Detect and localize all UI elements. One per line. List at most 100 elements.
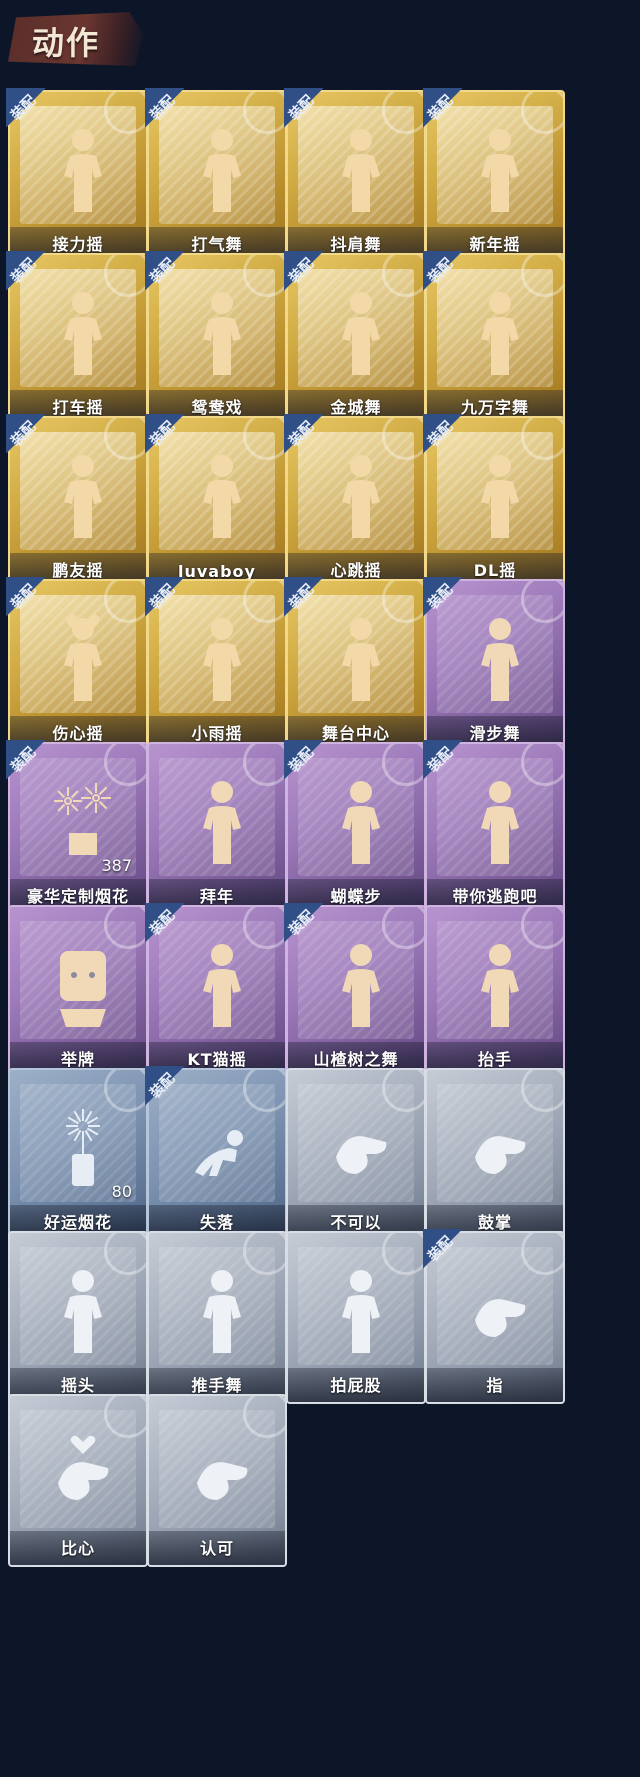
emote-label: 认可 [199,1539,234,1558]
emote-card[interactable]: 指 装配 [423,1229,567,1406]
finger-wag-icon [326,1102,396,1192]
equipped-badge: 装配 [145,251,201,307]
emote-card[interactable]: 打车摇 装配 [6,251,150,428]
card-frame: 举牌 [8,905,148,1078]
card-frame: 不可以 [286,1068,426,1241]
emote-card[interactable]: 80 好运烟花 [6,1066,150,1243]
emote-card[interactable]: 滑步舞 装配 [423,577,567,754]
bow-pose-icon [187,776,257,866]
thumbs-up-icon [187,1428,257,1518]
emote-label: 拍屁股 [330,1376,382,1395]
equipped-badge: 装配 [423,740,479,796]
equipped-badge-text: 装配 [8,255,40,287]
emote-label: 指 [486,1376,504,1395]
emote-card[interactable]: 打气舞 装配 [145,88,289,265]
equipped-badge-text: 装配 [286,744,318,776]
card-frame: 80 好运烟花 [8,1068,148,1241]
equipped-badge: 装配 [423,251,479,307]
equipped-badge: 装配 [423,577,479,633]
emote-label: 比心 [60,1539,95,1558]
emote-card[interactable]: 拍屁股 [284,1229,428,1406]
emote-card[interactable]: 鹏友摇 装配 [6,414,150,591]
emote-card[interactable]: 九万字舞 装配 [423,251,567,428]
emote-card[interactable]: 387 豪华定制烟花 装配 [6,740,150,917]
equipped-badge: 装配 [423,1229,479,1285]
equipped-badge-text: 装配 [8,744,40,776]
emote-card[interactable]: 接力摇 装配 [6,88,150,265]
equipped-badge-text: 装配 [425,1233,457,1265]
card-frame: 拜年 [147,742,287,915]
emote-card[interactable]: 鼓掌 [423,1066,567,1243]
emote-card[interactable]: 抬手 [423,903,567,1080]
equipped-badge-text: 装配 [425,92,457,124]
equipped-badge: 装配 [145,903,201,959]
equipped-badge-text: 装配 [425,744,457,776]
card-frame: 鼓掌 [425,1068,565,1241]
equipped-badge-text: 装配 [147,255,179,287]
dance-pose-icon [326,1265,396,1355]
item-count: 387 [101,856,132,875]
emote-card[interactable]: 带你逃跑吧 装配 [423,740,567,917]
firecracker-icon [48,1102,118,1192]
emote-card[interactable]: 金城舞 装配 [284,251,428,428]
emote-card[interactable]: 拜年 [145,740,289,917]
emote-card[interactable]: 山楂树之舞 装配 [284,903,428,1080]
shake-head-icon [48,1265,118,1355]
emote-grid: 接力摇 装配 打气舞 装配 抖肩舞 装配 新年摇 装配 打车摇 装配 鸳鸯戏 装配 金城舞装… [6,88,636,1774]
card-frame: 推手舞 [147,1231,287,1404]
emote-card[interactable]: DL摇 装配 [423,414,567,591]
emote-card[interactable]: luvaboy 装配 [145,414,289,591]
emote-card[interactable]: 失落 装配 [145,1066,289,1243]
emote-card[interactable]: 推手舞 [145,1229,289,1406]
equipped-badge: 装配 [423,88,479,144]
emote-card[interactable]: 小雨摇 装配 [145,577,289,754]
emote-card[interactable]: 心跳摇 装配 [284,414,428,591]
equipped-badge-text: 装配 [286,581,318,613]
equipped-badge-text: 装配 [8,92,40,124]
equipped-badge-text: 装配 [286,418,318,450]
finger-heart-icon [48,1428,118,1518]
equipped-badge: 装配 [145,88,201,144]
section-header: 动作 [0,0,640,80]
equipped-badge: 装配 [145,414,201,470]
emote-card[interactable]: 比心 [6,1392,150,1569]
equipped-badge: 装配 [284,88,340,144]
emote-card[interactable]: 舞台中心 装配 [284,577,428,754]
sign-hold-icon [48,939,118,1029]
section-title: 动作 [32,24,101,62]
equipped-badge: 装配 [284,740,340,796]
equipped-badge: 装配 [145,1066,201,1122]
emote-card[interactable]: KT猫摇 装配 [145,903,289,1080]
equipped-badge-text: 装配 [147,1070,179,1102]
clap-icon [465,1102,535,1192]
equipped-badge: 装配 [6,740,62,796]
card-frame: 拍屁股 [286,1231,426,1404]
card-frame: 抬手 [425,905,565,1078]
emote-card[interactable]: 鸳鸯戏 装配 [145,251,289,428]
equipped-badge-text: 装配 [147,92,179,124]
equipped-badge: 装配 [6,251,62,307]
equipped-badge-text: 装配 [147,907,179,939]
equipped-badge-text: 装配 [425,255,457,287]
equipped-badge-text: 装配 [286,255,318,287]
raise-hand-icon [465,939,535,1029]
emote-card[interactable]: 抖肩舞 装配 [284,88,428,265]
card-frame: 比心 [8,1394,148,1567]
card-frame: 摇头 [8,1231,148,1404]
equipped-badge-text: 装配 [286,907,318,939]
equipped-badge: 装配 [6,88,62,144]
equipped-badge: 装配 [423,414,479,470]
emote-card[interactable]: 举牌 [6,903,150,1080]
emote-card[interactable]: 伤心摇 装配 [6,577,150,754]
equipped-badge: 装配 [6,414,62,470]
emote-card[interactable]: 摇头 [6,1229,150,1406]
emote-card[interactable]: 不可以 [284,1066,428,1243]
equipped-badge: 装配 [284,251,340,307]
equipped-badge-text: 装配 [425,418,457,450]
emote-card[interactable]: 蝴蝶步 装配 [284,740,428,917]
dance-pose-icon [187,1265,257,1355]
equipped-badge-text: 装配 [8,418,40,450]
equipped-badge-text: 装配 [147,418,179,450]
emote-card[interactable]: 认可 [145,1392,289,1569]
emote-card[interactable]: 新年摇 装配 [423,88,567,265]
